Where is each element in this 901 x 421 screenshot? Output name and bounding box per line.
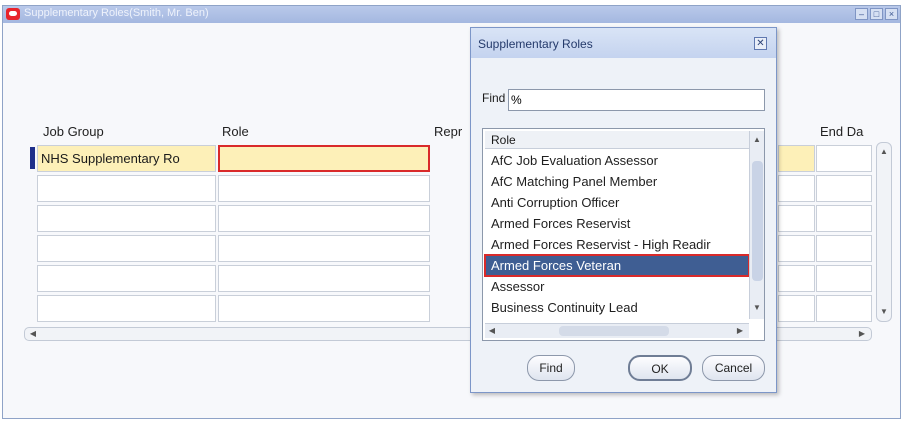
end-date-cell[interactable] <box>816 265 872 292</box>
list-item[interactable]: Armed Forces Reservist - High Readir <box>485 234 749 255</box>
list-item-selected[interactable]: Armed Forces Veteran <box>484 254 750 277</box>
maximize-button[interactable]: □ <box>870 8 883 20</box>
role-cell[interactable] <box>218 265 430 292</box>
close-window-button[interactable]: × <box>885 8 898 20</box>
dialog-titlebar[interactable]: Supplementary Roles ✕ <box>471 28 776 58</box>
find-label: Find <box>482 91 506 105</box>
end-date-cell[interactable] <box>816 235 872 262</box>
list-item[interactable]: Anti Corruption Officer <box>485 192 749 213</box>
end-date-cell[interactable] <box>816 295 872 322</box>
list-item[interactable]: AfC Job Evaluation Assessor <box>485 150 749 171</box>
column-header-role: Role <box>222 124 249 139</box>
list-header-role: Role <box>485 131 749 149</box>
role-cell[interactable] <box>218 205 430 232</box>
find-button[interactable]: Find <box>527 355 575 381</box>
repr-cell[interactable] <box>778 235 815 262</box>
main-window-title: Supplementary Roles(Smith, Mr. Ben) <box>24 7 209 19</box>
scroll-left-icon[interactable]: ◀ <box>28 329 38 339</box>
role-cell[interactable] <box>218 295 430 322</box>
role-cell[interactable] <box>218 175 430 202</box>
job-group-cell[interactable] <box>37 265 216 292</box>
job-group-cell[interactable] <box>37 175 216 202</box>
scroll-right-icon[interactable]: ▶ <box>857 329 867 339</box>
close-icon[interactable]: ✕ <box>754 37 767 50</box>
scroll-down-icon[interactable]: ▼ <box>879 307 889 317</box>
scroll-down-icon[interactable]: ▼ <box>752 303 762 313</box>
role-cell[interactable] <box>218 235 430 262</box>
job-group-cell[interactable]: NHS Supplementary Ro <box>37 145 216 172</box>
current-row-indicator <box>30 147 35 169</box>
find-input[interactable] <box>508 89 765 111</box>
job-group-cell[interactable] <box>37 235 216 262</box>
list-vertical-scrollbar[interactable]: ▲ ▼ <box>749 131 764 319</box>
window-controls: – □ × <box>855 8 898 20</box>
scroll-up-icon[interactable]: ▲ <box>879 147 889 157</box>
scroll-thumb[interactable] <box>752 161 763 281</box>
column-header-job-group: Job Group <box>43 124 104 139</box>
minimize-button[interactable]: – <box>855 8 868 20</box>
scroll-thumb[interactable] <box>559 326 669 336</box>
main-titlebar[interactable]: Supplementary Roles(Smith, Mr. Ben) – □ … <box>3 6 900 23</box>
repr-cell[interactable] <box>778 295 815 322</box>
scroll-right-icon[interactable]: ▶ <box>735 326 745 336</box>
list-item[interactable]: Assessor <box>485 276 749 297</box>
role-list: Role AfC Job Evaluation Assessor AfC Mat… <box>482 128 765 341</box>
repr-cell[interactable] <box>778 145 815 172</box>
role-cell[interactable] <box>218 145 430 172</box>
scroll-up-icon[interactable]: ▲ <box>752 135 762 145</box>
repr-cell[interactable] <box>778 205 815 232</box>
scroll-left-icon[interactable]: ◀ <box>487 326 497 336</box>
cancel-button[interactable]: Cancel <box>702 355 765 381</box>
end-date-cell[interactable] <box>816 175 872 202</box>
list-horizontal-scrollbar[interactable]: ◀ ▶ <box>485 323 749 338</box>
list-item[interactable]: Business Continuity Lead <box>485 297 749 315</box>
list-item[interactable]: Armed Forces Reservist <box>485 213 749 234</box>
end-date-cell[interactable] <box>816 145 872 172</box>
grid-vertical-scrollbar[interactable]: ▲ ▼ <box>876 142 892 322</box>
dialog-title: Supplementary Roles <box>478 37 593 51</box>
column-header-repr: Repr <box>434 124 463 139</box>
repr-cell[interactable] <box>778 175 815 202</box>
end-date-cell[interactable] <box>816 205 872 232</box>
column-header-end-date: End Da <box>820 124 864 139</box>
oracle-logo-icon <box>6 8 20 20</box>
job-group-cell[interactable] <box>37 295 216 322</box>
list-item[interactable]: AfC Matching Panel Member <box>485 171 749 192</box>
job-group-cell[interactable] <box>37 205 216 232</box>
ok-button[interactable]: OK <box>628 355 692 381</box>
supplementary-roles-dialog: Supplementary Roles ✕ Find Role AfC Job … <box>470 27 777 393</box>
repr-cell[interactable] <box>778 265 815 292</box>
